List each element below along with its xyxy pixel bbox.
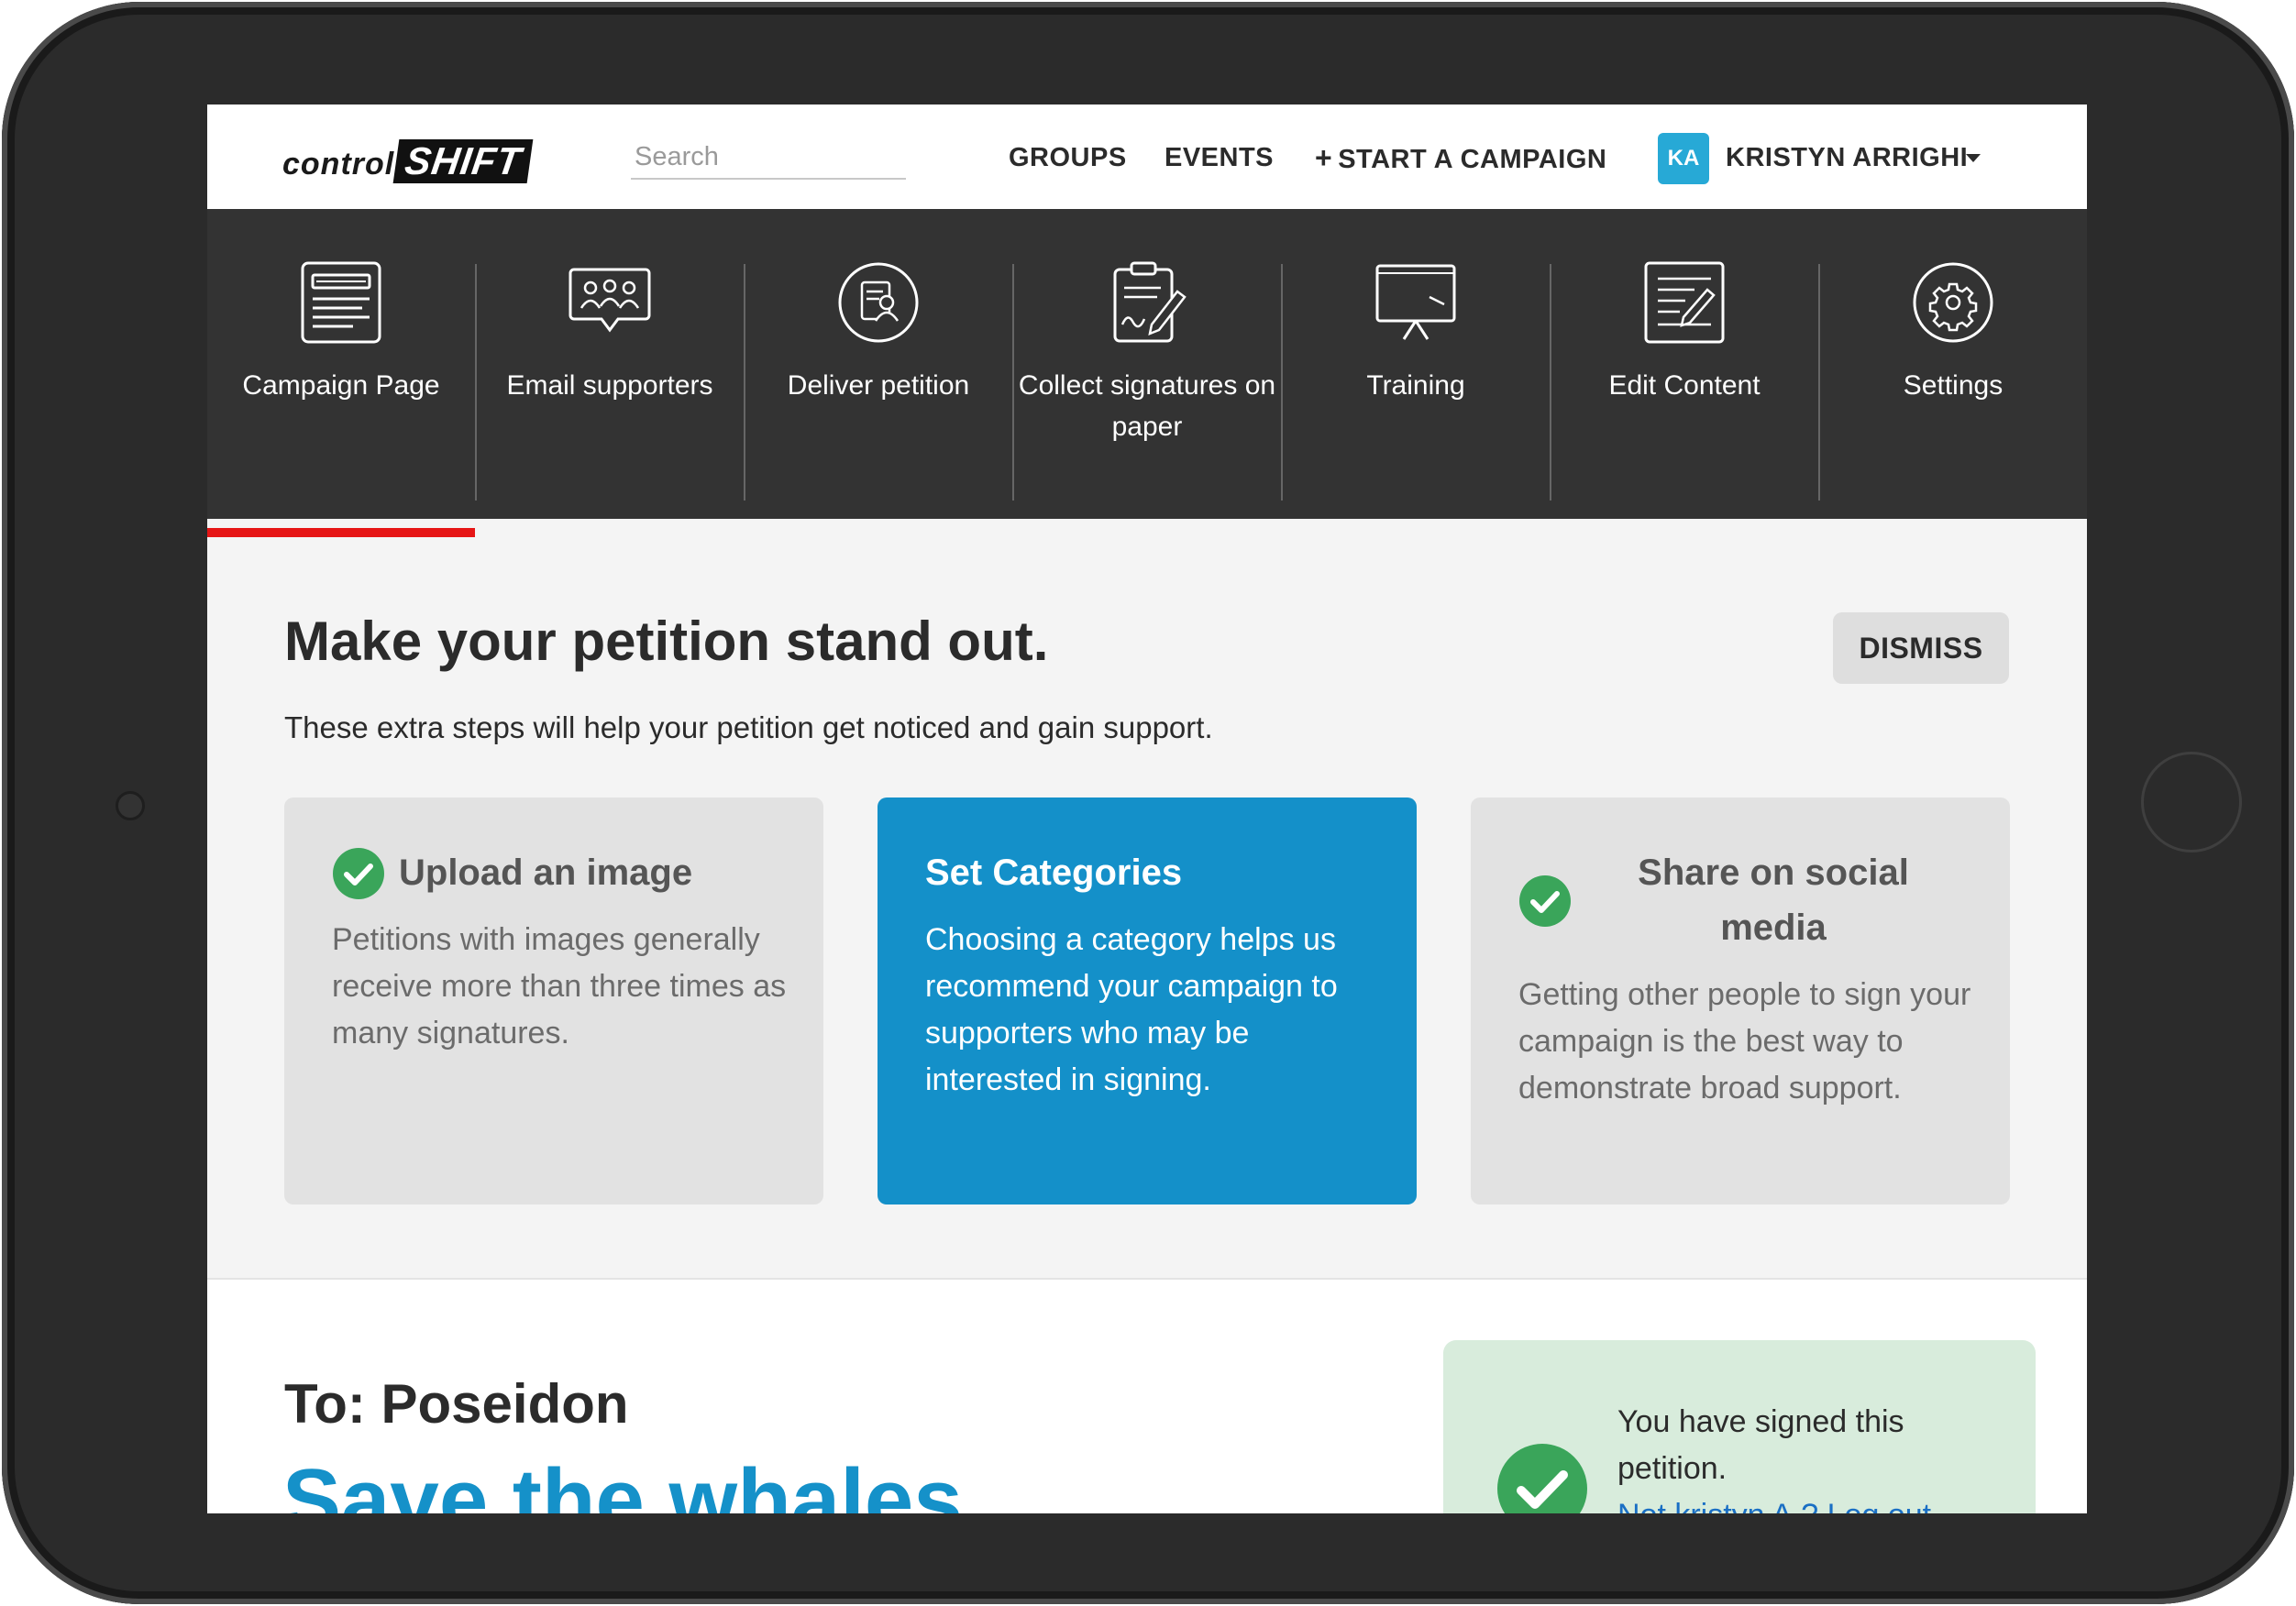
tool-edit-content[interactable]: Edit Content	[1551, 209, 1818, 519]
home-button[interactable]	[2141, 752, 2242, 852]
start-campaign-label: START A CAMPAIGN	[1338, 145, 1607, 174]
card-body: Getting other people to sign your campai…	[1518, 977, 1971, 1106]
signed-message: You have signed this petition.	[1617, 1404, 1904, 1486]
dismiss-button[interactable]: DISMISS	[1833, 612, 2009, 684]
logo-text-control: control	[282, 147, 395, 182]
tool-settings[interactable]: Settings	[1819, 209, 2087, 519]
logout-link[interactable]: Not kristyn A.? Log out	[1617, 1492, 1931, 1513]
app-screen: control SHIFT GROUPS EVENTS +START A CAM…	[207, 104, 2087, 1513]
petition-title: Save the whales	[282, 1451, 963, 1513]
card-body: Choosing a category helps us recommend y…	[925, 922, 1338, 1097]
tool-label: Edit Content	[1608, 370, 1761, 401]
tool-label: Campaign Page	[242, 370, 440, 401]
gear-icon	[1913, 262, 1993, 343]
tool-deliver-petition[interactable]: Deliver petition	[745, 209, 1012, 519]
tool-label: Training	[1366, 370, 1465, 401]
card-share-social[interactable]: Share on social media Getting other peop…	[1471, 798, 2010, 1204]
card-title: Upload an image	[399, 852, 693, 893]
signed-status-box: You have signed this petition. Not krist…	[1443, 1340, 2036, 1513]
user-menu-name[interactable]: KRISTYN ARRIGHI	[1726, 143, 1968, 172]
camera-icon	[116, 791, 145, 820]
top-header: control SHIFT GROUPS EVENTS +START A CAM…	[207, 104, 2087, 209]
check-circle-icon	[333, 848, 384, 899]
tool-collect-signatures[interactable]: Collect signatures on paper	[1013, 209, 1281, 519]
start-campaign-link[interactable]: + START A CAMPAIGN	[1315, 143, 1606, 174]
presentation-board-icon	[1375, 264, 1456, 340]
tablet-frame: control SHIFT GROUPS EVENTS +START A CAM…	[2, 2, 2294, 1604]
clipboard-pen-icon	[1113, 261, 1187, 343]
petition-section: To: Poseidon Save the whales You have si…	[207, 1278, 2087, 1513]
tool-campaign-page[interactable]: Campaign Page	[207, 209, 475, 519]
people-speech-icon	[568, 268, 651, 333]
tool-email-supporters[interactable]: Email supporters	[476, 209, 744, 519]
promo-subtitle: These extra steps will help your petitio…	[284, 710, 1213, 744]
document-page-icon	[301, 261, 381, 344]
card-title: Share on social media	[1638, 852, 1909, 948]
edit-document-icon	[1644, 261, 1725, 344]
card-set-categories[interactable]: Set Categories Choosing a category helps…	[878, 798, 1417, 1204]
active-tab-indicator	[207, 528, 475, 537]
check-circle-icon	[1519, 875, 1571, 927]
tool-label: Collect signatures on paper	[1018, 370, 1276, 442]
check-circle-icon	[1497, 1444, 1587, 1513]
tool-label: Deliver petition	[787, 370, 970, 401]
search-bar	[631, 136, 984, 180]
controlshift-logo[interactable]: control SHIFT	[282, 138, 534, 183]
plus-icon: +	[1315, 141, 1333, 174]
promo-title: Make your petition stand out.	[284, 610, 1049, 672]
petition-target: To: Poseidon	[284, 1373, 629, 1435]
search-input[interactable]	[631, 141, 984, 172]
person-document-icon	[838, 262, 919, 343]
card-title: Set Categories	[925, 852, 1183, 893]
nav-events-link[interactable]: EVENTS	[1165, 143, 1274, 172]
campaign-tools-bar: Campaign Page Email supporters Deliver p…	[207, 209, 2087, 519]
card-upload-image[interactable]: Upload an image Petitions with images ge…	[284, 798, 823, 1204]
tool-label: Settings	[1903, 370, 2003, 401]
card-body: Petitions with images generally receive …	[332, 922, 787, 1050]
logo-text-shift: SHIFT	[392, 139, 534, 183]
chevron-down-icon[interactable]	[1966, 154, 1981, 162]
avatar[interactable]: KA	[1658, 133, 1709, 184]
tool-label: Email supporters	[506, 370, 713, 401]
nav-groups-link[interactable]: GROUPS	[1009, 143, 1127, 172]
tool-training[interactable]: Training	[1282, 209, 1550, 519]
